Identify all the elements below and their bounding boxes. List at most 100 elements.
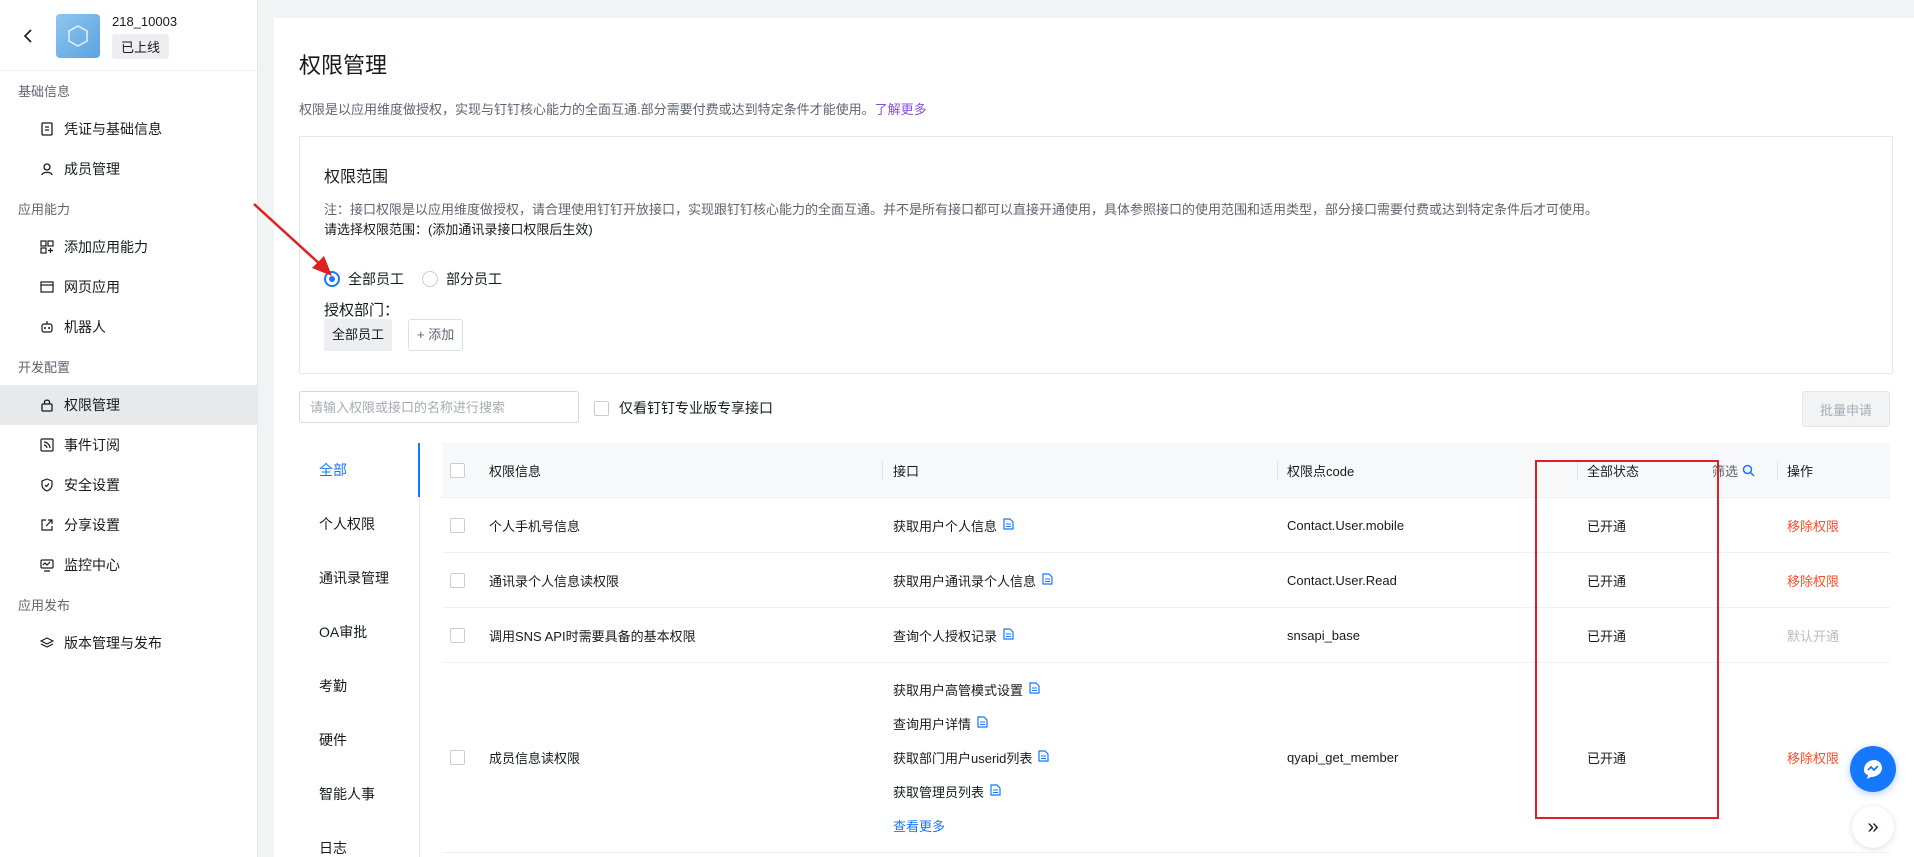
category-item[interactable]: 考勤 <box>299 659 419 713</box>
table-row: 成员信息读权限 获取用户高管模式设置 查询用户详情获取部门用户userid列表获取管… <box>442 663 1890 853</box>
row-checkbox[interactable] <box>450 663 465 852</box>
doc-icon[interactable] <box>1029 682 1040 697</box>
category-item[interactable]: OA审批 <box>299 605 419 659</box>
api-item[interactable]: 获取用户个人信息 <box>893 516 1014 535</box>
category-item[interactable]: 个人权限 <box>299 497 419 551</box>
grid-plus-icon <box>40 240 54 254</box>
permission-search-input[interactable] <box>299 391 579 423</box>
add-dept-label: 添加 <box>428 327 455 342</box>
scope-note: 注：接口权限是以应用维度做授权，请合理使用钉钉开放接口，实现跟钉钉核心能力的全面… <box>324 202 1599 217</box>
doc-icon[interactable] <box>1003 627 1014 643</box>
api-item[interactable]: 获取用户高管模式设置 <box>893 673 1040 707</box>
row-checkbox[interactable] <box>450 608 465 662</box>
radio-all-employees[interactable]: 全部员工 <box>324 269 404 289</box>
batch-apply-button[interactable]: 批量申请 <box>1802 391 1890 427</box>
sidebar-item-label: 版本管理与发布 <box>64 635 162 651</box>
remove-permission-button[interactable]: 移除权限 <box>1787 553 1839 607</box>
permission-name: 成员信息读权限 <box>489 751 581 766</box>
api-name: 查询用户详情 <box>893 717 972 732</box>
api-item[interactable]: 查询用户详情 <box>893 707 988 741</box>
api-name: 获取用户高管模式设置 <box>893 683 1024 698</box>
api-item[interactable]: 获取部门用户userid列表 <box>893 741 1050 775</box>
doc-icon[interactable] <box>977 716 988 731</box>
sidebar-item[interactable]: 版本管理与发布 <box>0 623 257 663</box>
chevron-left-icon <box>23 29 32 43</box>
sidebar-item[interactable]: 添加应用能力 <box>0 227 257 267</box>
sidebar-item[interactable]: 凭证与基础信息 <box>0 109 257 149</box>
sidebar-item[interactable]: 安全设置 <box>0 465 257 505</box>
scope-title: 权限范围 <box>324 169 389 186</box>
nav-group-title: 应用发布 <box>18 598 71 613</box>
api-cell: 获取用户高管模式设置 查询用户详情获取部门用户userid列表获取管理员列表查看更… <box>893 663 1050 852</box>
category-item[interactable]: 通讯录管理 <box>299 551 419 605</box>
api-name: 查询个人授权记录 <box>893 628 998 644</box>
remove-permission-button[interactable]: 移除权限 <box>1787 663 1839 852</box>
column-divider <box>1277 461 1278 481</box>
sidebar-item[interactable]: 分享设置 <box>0 505 257 545</box>
back-button[interactable] <box>18 26 38 46</box>
row-checkbox[interactable] <box>450 498 465 552</box>
user-icon <box>40 162 54 176</box>
api-item[interactable]: 查询个人授权记录 <box>893 626 1014 645</box>
table-header: 权限信息 接口 权限点code 全部状态 筛选 操作 <box>442 443 1890 498</box>
remove-permission-button[interactable]: 移除权限 <box>1787 498 1839 552</box>
pro-only-label: 仅看钉钉专业版专享接口 <box>619 400 773 416</box>
doc-icon[interactable] <box>1038 750 1050 765</box>
dept-tag: 全部员工 <box>324 319 393 351</box>
page-description-text: 权限是以应用维度做授权，实现与钉钉核心能力的全面互通.部分需要付费或达到特定条件… <box>299 102 875 117</box>
app-name: 218_10003 <box>112 14 178 29</box>
checkbox-box <box>450 572 465 588</box>
browser-icon <box>40 280 54 294</box>
api-item[interactable]: 获取管理员列表 <box>893 775 1001 809</box>
learn-more-link[interactable]: 了解更多 <box>875 102 927 117</box>
api-name: 获取管理员列表 <box>893 785 985 800</box>
sidebar-nav: 基础信息 凭证与基础信息 成员管理 应用能力 添加应用能力 网页应用 机器人 开发配置 权限管理… <box>0 75 257 663</box>
default-enabled-label: 默认开通 <box>1787 628 1840 644</box>
category-item[interactable]: 日志 <box>299 821 419 857</box>
header-status: 全部状态 <box>1587 463 1640 479</box>
radio-partial-employees[interactable]: 部分员工 <box>422 269 502 289</box>
sidebar-item[interactable]: 机器人 <box>0 307 257 347</box>
lock-icon <box>40 398 54 412</box>
header-info: 权限信息 <box>489 463 542 479</box>
permission-name: 个人手机号信息 <box>489 518 581 534</box>
permission-code: Contact.User.Read <box>1287 572 1397 588</box>
nav-group-title: 基础信息 <box>18 84 71 99</box>
sidebar-item[interactable]: 监控中心 <box>0 545 257 585</box>
table-row: 调用SNS API时需要具备的基本权限 查询个人授权记录 snsapi_base 已开… <box>442 608 1890 663</box>
row-checkbox[interactable] <box>450 553 465 607</box>
doc-icon[interactable] <box>990 784 1001 799</box>
view-more-link[interactable]: 查看更多 <box>893 809 945 843</box>
column-divider <box>1577 461 1578 481</box>
sidebar-item-label: 网页应用 <box>64 279 120 295</box>
status-text: 已开通 <box>1587 573 1627 589</box>
status-filter-button[interactable]: 筛选 <box>1712 443 1755 497</box>
permission-name: 调用SNS API时需要具备的基本权限 <box>489 628 696 644</box>
checkbox-box <box>450 517 465 533</box>
double-chevron-right-icon: » <box>1867 815 1879 838</box>
assistant-float-button[interactable] <box>1850 746 1896 792</box>
sidebar-item[interactable]: 权限管理 <box>0 385 257 425</box>
permission-name: 通讯录个人信息读权限 <box>489 573 620 589</box>
category-item[interactable]: 全部 <box>299 443 420 497</box>
doc-icon[interactable] <box>1042 572 1053 588</box>
table-row: 通讯录个人信息读权限 获取用户通讯录个人信息 Contact.User.Read 已开… <box>442 553 1890 608</box>
sidebar-item-label: 凭证与基础信息 <box>64 121 162 137</box>
api-item[interactable]: 获取用户通讯录个人信息 <box>893 571 1053 590</box>
select-all-checkbox[interactable] <box>450 443 465 497</box>
sidebar-item[interactable]: 事件订阅 <box>0 425 257 465</box>
sidebar-item-label: 成员管理 <box>64 161 120 177</box>
permission-code: qyapi_get_member <box>1287 750 1399 765</box>
pro-only-checkbox[interactable]: 仅看钉钉专业版专享接口 <box>594 398 773 418</box>
search-icon <box>1742 464 1755 477</box>
sidebar-item[interactable]: 网页应用 <box>0 267 257 307</box>
add-dept-button[interactable]: + 添加 <box>408 319 464 351</box>
category-item[interactable]: 硬件 <box>299 713 419 767</box>
sidebar-item[interactable]: 成员管理 <box>0 149 257 189</box>
share-icon <box>40 518 54 532</box>
category-item[interactable]: 智能人事 <box>299 767 419 821</box>
expand-button[interactable]: » <box>1852 806 1894 848</box>
checkbox-box <box>594 400 609 416</box>
doc-icon[interactable] <box>1003 517 1014 533</box>
table-body: 个人手机号信息 获取用户个人信息 Contact.User.mobile 已开通 移除权… <box>442 498 1890 853</box>
